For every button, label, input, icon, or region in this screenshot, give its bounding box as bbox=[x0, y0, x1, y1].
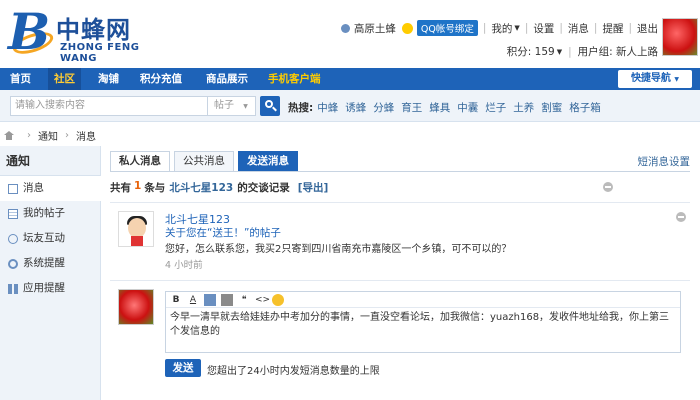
user-stats: 积分: 159 ▼ | 用户组: 新人上路 bbox=[506, 44, 658, 59]
chevron-down-icon: ▼ bbox=[556, 47, 563, 56]
chevron-down-icon: ▼ bbox=[674, 76, 680, 83]
breadcrumb-messages: 消息 bbox=[76, 131, 96, 143]
sidebar-item-system-reminders[interactable]: 系统提醒 bbox=[0, 251, 100, 276]
image-icon[interactable] bbox=[204, 293, 216, 306]
hot-search-link[interactable]: 土养 bbox=[513, 100, 534, 115]
code-button[interactable]: <> bbox=[255, 294, 270, 306]
logo-text-en: ZHONG FENG WANG bbox=[60, 42, 140, 64]
messages-link[interactable]: 消息 bbox=[568, 21, 589, 36]
pm-settings-link[interactable]: 短消息设置 bbox=[638, 154, 691, 169]
user-bar: 高原土蜂 QQ帐号绑定 | 我的 ▼ | 设置 | 消息 | 提醒 | 退出 bbox=[340, 20, 658, 36]
reply-textarea[interactable]: 今早一清早就去给娃娃办中考加分的事情，一直没空看论坛，加我微信：yuazh168… bbox=[166, 308, 680, 342]
search-button[interactable] bbox=[260, 96, 280, 116]
user-group-label[interactable]: 用户组: 新人上路 bbox=[578, 44, 658, 59]
quick-nav-button[interactable]: 快捷导航 ▼ bbox=[618, 70, 692, 88]
message-time: 4 小时前 bbox=[165, 260, 203, 271]
media-icon[interactable] bbox=[221, 293, 233, 306]
reply-box: B A ❝ <> 今早一清早就去给娃娃办中考加分的事情，一直没空看论坛，加我微信… bbox=[110, 280, 690, 390]
username-link[interactable]: 高原土蜂 bbox=[354, 21, 396, 36]
mail-icon bbox=[8, 183, 18, 194]
gear-icon bbox=[8, 258, 18, 269]
hot-search-link[interactable]: 烂子 bbox=[485, 100, 506, 115]
editor-toolbar: B A ❝ <> bbox=[166, 292, 680, 308]
quote-button[interactable]: ❝ bbox=[238, 294, 250, 306]
breadcrumb: › 通知 › 消息 bbox=[0, 124, 700, 146]
my-link[interactable]: 我的 bbox=[491, 21, 512, 36]
nav-shop[interactable]: 淘铺 bbox=[98, 68, 119, 90]
hot-search-link[interactable]: 格子箱 bbox=[569, 100, 601, 115]
tab-private-messages[interactable]: 私人消息 bbox=[110, 151, 170, 171]
chat-icon bbox=[8, 233, 18, 244]
reminders-link[interactable]: 提醒 bbox=[602, 21, 623, 36]
nav-mobile-client[interactable]: 手机客户端 bbox=[268, 68, 321, 90]
hot-search-label: 热搜: bbox=[288, 102, 314, 114]
send-button[interactable]: 发送 bbox=[165, 359, 201, 377]
smiley-icon[interactable] bbox=[272, 293, 284, 306]
tab-public-messages[interactable]: 公共消息 bbox=[174, 151, 234, 171]
hot-search-link[interactable]: 诱蜂 bbox=[345, 100, 366, 115]
breadcrumb-notifications[interactable]: 通知 bbox=[38, 128, 58, 143]
hot-search-link[interactable]: 蜂具 bbox=[429, 100, 450, 115]
nav-community[interactable]: 社区 bbox=[48, 68, 81, 90]
bold-button[interactable]: B bbox=[170, 294, 182, 306]
sender-avatar[interactable] bbox=[118, 211, 154, 247]
search-type-select[interactable]: 帖子 ▼ bbox=[208, 96, 256, 116]
points-label[interactable]: 积分: 159 bbox=[507, 44, 555, 59]
user-icon bbox=[340, 23, 350, 33]
sidebar-item-interactions[interactable]: 坛友互动 bbox=[0, 226, 100, 251]
message-tabs: 私人消息 公共消息 发送消息 bbox=[110, 151, 302, 171]
sidebar: 通知 消息 我的帖子 坛友互动 系统提醒 应用提醒 bbox=[0, 146, 101, 400]
conversation-summary: 共有 1 条与 北斗七星123 的交谈记录 [导出] bbox=[110, 180, 329, 195]
logo-b-mark: B bbox=[8, 2, 51, 61]
message-text: 您好，怎么联系您，我买2只寄到四川省南充市嘉陵区一个乡镇，可不可以的？ bbox=[165, 244, 512, 255]
chevron-right-icon: › bbox=[65, 129, 69, 141]
delete-message-icon[interactable] bbox=[676, 212, 686, 222]
qq-icon bbox=[401, 22, 413, 34]
hot-search-link[interactable]: 中蜂 bbox=[317, 100, 338, 115]
chevron-down-icon: ▼ bbox=[243, 103, 248, 110]
main-nav: 首页 社区 淘铺 积分充值 商品展示 手机客户端 快捷导航 ▼ bbox=[0, 68, 700, 90]
document-icon bbox=[8, 208, 18, 219]
message-subject[interactable]: 关于您在“送王！”的帖子 bbox=[165, 225, 281, 240]
qq-bind-button[interactable]: QQ帐号绑定 bbox=[416, 20, 478, 36]
contact-link[interactable]: 北斗七星123 bbox=[169, 180, 233, 195]
message-count: 1 bbox=[134, 180, 142, 192]
site-logo[interactable]: B 中蜂网 ZHONG FENG WANG bbox=[8, 2, 168, 65]
hot-search-link[interactable]: 分蜂 bbox=[373, 100, 394, 115]
font-color-button[interactable]: A bbox=[187, 294, 199, 306]
grid-icon bbox=[8, 283, 18, 294]
message-item: 北斗七星123 关于您在“送王！”的帖子 您好，怎么联系您，我买2只寄到四川省南… bbox=[110, 202, 690, 272]
nav-points-recharge[interactable]: 积分充值 bbox=[140, 68, 182, 90]
hot-search-link[interactable]: 育王 bbox=[401, 100, 422, 115]
hot-search-link[interactable]: 割蜜 bbox=[541, 100, 562, 115]
hot-search-link[interactable]: 中囊 bbox=[457, 100, 478, 115]
limit-notice: 您超出了24小时内发短消息数量的上限 bbox=[207, 366, 380, 377]
nav-products[interactable]: 商品展示 bbox=[206, 68, 248, 90]
sidebar-item-messages[interactable]: 消息 bbox=[0, 176, 101, 201]
my-avatar[interactable] bbox=[118, 289, 154, 325]
settings-link[interactable]: 设置 bbox=[533, 21, 554, 36]
nav-home[interactable]: 首页 bbox=[10, 68, 31, 90]
sidebar-item-my-posts[interactable]: 我的帖子 bbox=[0, 201, 100, 226]
send-message-button[interactable]: 发送消息 bbox=[238, 151, 298, 171]
chevron-down-icon: ▼ bbox=[514, 24, 520, 32]
header: B 中蜂网 ZHONG FENG WANG 高原土蜂 QQ帐号绑定 | 我的 ▼… bbox=[0, 0, 700, 68]
delete-conversation-icon[interactable] bbox=[603, 182, 613, 192]
hot-searches: 热搜: 中蜂 诱蜂 分蜂 育王 蜂具 中囊 烂子 土养 割蜜 格子箱 bbox=[288, 100, 608, 115]
chevron-right-icon: › bbox=[27, 129, 31, 141]
reply-editor[interactable]: B A ❝ <> 今早一清早就去给娃娃办中考加分的事情，一直没空看论坛，加我微信… bbox=[165, 291, 681, 353]
sidebar-item-app-reminders[interactable]: 应用提醒 bbox=[0, 276, 100, 301]
user-avatar[interactable] bbox=[662, 18, 698, 56]
home-icon[interactable] bbox=[4, 130, 14, 140]
logo-text-cn: 中蜂网 bbox=[56, 16, 131, 44]
search-bar: 请输入搜索内容 帖子 ▼ 热搜: 中蜂 诱蜂 分蜂 育王 蜂具 中囊 烂子 土养… bbox=[0, 90, 700, 122]
sidebar-title: 通知 bbox=[0, 146, 100, 176]
export-link[interactable]: [导出] bbox=[298, 180, 329, 195]
search-input[interactable]: 请输入搜索内容 bbox=[10, 96, 208, 116]
logout-link[interactable]: 退出 bbox=[637, 21, 658, 36]
